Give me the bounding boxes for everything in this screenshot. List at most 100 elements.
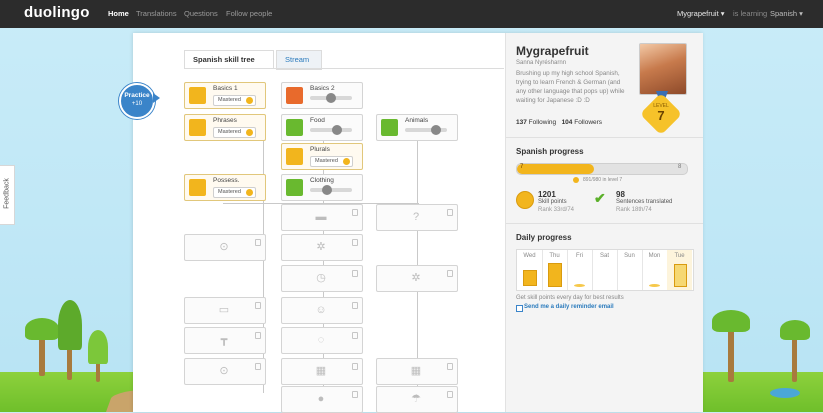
chat-icon: ◌ [317, 334, 325, 346]
locked-skill[interactable]: ▦ [281, 358, 363, 385]
day-mon: Mon [642, 250, 668, 290]
nav-questions[interactable]: Questions [184, 9, 218, 18]
plurals-icon [286, 148, 303, 165]
locked-skill[interactable]: ? [376, 204, 458, 231]
skill-name: Plurals [310, 146, 330, 153]
skill-name: Possess. [213, 177, 240, 184]
practice-label: Practice [124, 92, 150, 99]
coin-icon [516, 191, 534, 209]
nav-follow-people[interactable]: Follow people [226, 9, 272, 18]
skill-basics-2[interactable]: Basics 2 [281, 82, 363, 109]
nav-home[interactable]: Home [108, 9, 129, 18]
daily-progress-title: Daily progress [516, 233, 572, 242]
mastered-badge: Mastered [310, 156, 353, 167]
practice-button[interactable]: Practice +10 [119, 83, 155, 119]
main-panel: Spanish skill tree Stream Basics 1 Maste… [133, 33, 703, 413]
locked-skill[interactable]: ◷ [281, 265, 363, 292]
locked-skill[interactable]: ☂ [376, 386, 458, 413]
skill-possessives[interactable]: Possess. Mastered [184, 174, 266, 201]
locked-skill[interactable]: ✲ [376, 265, 458, 292]
strength-slider [310, 125, 352, 135]
faucet-icon: ┳ [220, 334, 228, 346]
locked-skill[interactable]: ┳ [184, 327, 266, 354]
locked-skill[interactable]: ✲ [281, 234, 363, 261]
coin-icon [573, 177, 579, 183]
next-level: 8 [678, 164, 682, 170]
username[interactable]: Mygrapefruit [516, 44, 589, 58]
practice-arrow-icon [153, 93, 160, 103]
strength-slider [310, 185, 352, 195]
skill-plurals[interactable]: Plurals Mastered [281, 143, 363, 170]
gear-icon: ✲ [411, 272, 421, 284]
day-sat: Sat [592, 250, 618, 290]
user-menu[interactable]: Mygrapefruit ▾ [677, 9, 725, 18]
skill-points-value: 1201 [538, 190, 556, 199]
calendar-icon: ▦ [315, 365, 327, 377]
dumbbell-icon: ▬ [315, 211, 327, 223]
tab-skill-tree[interactable]: Spanish skill tree [184, 50, 274, 69]
reminder-checkbox[interactable] [516, 305, 523, 312]
day-thu: Thu [542, 250, 568, 290]
locked-skill[interactable]: ☺ [281, 297, 363, 324]
skill-name: Clothing [310, 177, 334, 184]
gear-icon: ✲ [316, 241, 326, 253]
day-sun: Sun [617, 250, 643, 290]
level-progress-fill [517, 164, 594, 174]
pond-icon [770, 388, 800, 398]
real-name: Sanna Nyrésharnn [516, 60, 567, 66]
avatar[interactable] [639, 43, 687, 95]
locked-skill[interactable]: ⊙ [184, 358, 266, 385]
skill-name: Basics 1 [213, 85, 238, 92]
daily-hint: Get skill points every day for best resu… [516, 295, 624, 301]
spanish-progress-title: Spanish progress [516, 147, 584, 156]
skill-points-rank: Rank 33rd/74 [538, 207, 575, 213]
following-count[interactable]: 137 [516, 119, 527, 126]
people-icon: ☺ [315, 304, 327, 316]
tab-stream[interactable]: Stream [276, 50, 322, 70]
top-nav-bar: duolingo Home Translations Questions Fol… [0, 0, 823, 28]
level-points-text: 891/980 in level 7 [583, 177, 623, 183]
skill-animals[interactable]: Animals [376, 114, 458, 141]
locked-skill[interactable]: ▦ [376, 358, 458, 385]
basics-icon [189, 87, 206, 104]
sentences-rank: Rank 18th/74 [616, 207, 652, 213]
skill-clothing[interactable]: Clothing [281, 174, 363, 201]
locked-skill[interactable]: ◌ [281, 327, 363, 354]
feedback-label: Feedback [3, 178, 11, 209]
feedback-tab[interactable]: Feedback [0, 165, 15, 225]
clothing-icon [286, 179, 303, 196]
strength-slider [310, 93, 352, 103]
reminder-link[interactable]: Send me a daily reminder email [524, 304, 614, 310]
skill-phrases[interactable]: Phrases Mastered [184, 114, 266, 141]
locked-skill[interactable]: ▬ [281, 204, 363, 231]
skill-food[interactable]: Food [281, 114, 363, 141]
food-icon [286, 119, 303, 136]
mastered-badge: Mastered [213, 95, 256, 106]
duolingo-logo[interactable]: duolingo [24, 4, 90, 21]
skill-basics-1[interactable]: Basics 1 Mastered [184, 82, 266, 109]
divider [506, 137, 703, 138]
calendar-icon: ▦ [410, 365, 422, 377]
profile-sidebar: Mygrapefruit Sanna Nyrésharnn Brushing u… [505, 33, 703, 412]
sentences-label: Sentences translated [616, 199, 673, 205]
language-menu[interactable]: Spanish ▾ [770, 9, 803, 18]
following-label[interactable]: Following [529, 119, 556, 126]
level-progress-bar [516, 163, 688, 175]
skill-name: Food [310, 117, 325, 124]
checkmark-icon: ✔ [594, 190, 606, 206]
locked-skill[interactable]: ▭ [184, 297, 266, 324]
followers-count[interactable]: 104 [562, 119, 573, 126]
locked-skill[interactable]: ● [281, 386, 363, 413]
umbrella-icon: ☂ [411, 393, 421, 405]
sentences-value: 98 [616, 190, 625, 199]
locked-skill[interactable]: ⊙ [184, 234, 266, 261]
current-level: 7 [520, 164, 524, 170]
skill-name: Animals [405, 117, 429, 124]
strength-slider [405, 125, 447, 135]
question-icon: ? [412, 211, 420, 223]
nav-translations[interactable]: Translations [136, 9, 177, 18]
skill-name: Phrases [213, 117, 237, 124]
followers-label[interactable]: Followers [574, 119, 602, 126]
divider [506, 223, 703, 224]
skill-points-label: Skill points [538, 199, 567, 205]
